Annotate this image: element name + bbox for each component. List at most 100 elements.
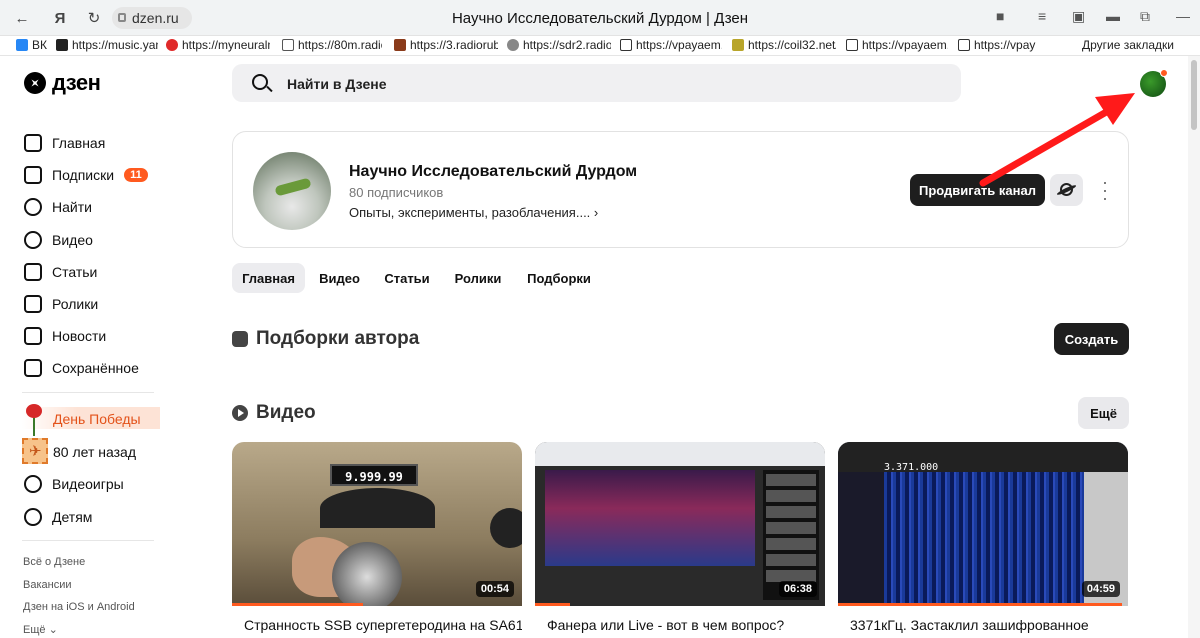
sidebar-item-articles[interactable]: Статьи xyxy=(24,261,164,283)
footer-link-more[interactable]: Ещё ⌄ xyxy=(23,623,58,636)
sidebar-divider xyxy=(22,540,154,541)
sidebar-divider xyxy=(22,392,154,393)
video-card[interactable]: 3.371.000 04:59 3371кГц. Застаклил зашиф… xyxy=(838,442,1128,633)
arrow-head xyxy=(1095,93,1135,125)
watch-progress xyxy=(232,603,363,606)
sidebar-item-80-years-ago[interactable]: 80 лет назад xyxy=(53,441,163,463)
coil-icon xyxy=(732,39,744,51)
video-card[interactable]: 06:38 Фанера или Live - вот в чем вопрос… xyxy=(535,442,825,633)
sidebar-item-videogames[interactable]: Видеоигры xyxy=(24,473,164,495)
site-icon xyxy=(507,39,519,51)
downloads-icon[interactable]: ⧉ xyxy=(1140,8,1150,25)
heart-icon xyxy=(166,39,178,51)
footer-link-apps[interactable]: Дзен на iOS и Android xyxy=(23,601,135,613)
video-title[interactable]: 3371кГц. Застаклил зашифрованное xyxy=(838,617,1128,633)
knob-image xyxy=(490,508,522,548)
news-icon xyxy=(24,327,42,345)
subscriptions-icon xyxy=(24,166,42,184)
search-icon xyxy=(252,74,268,90)
reload-icon[interactable]: ↻ xyxy=(82,6,106,30)
back-icon[interactable]: ← xyxy=(10,6,34,30)
promote-channel-button[interactable]: Продвигать канал xyxy=(910,174,1045,206)
sdr-header-image xyxy=(838,442,1128,472)
bear-icon xyxy=(24,508,42,526)
tab-home[interactable]: Главная xyxy=(232,263,305,293)
footer-link-jobs[interactable]: Вакансии xyxy=(23,579,72,591)
video-card[interactable]: 9.999.99 00:54 Странность SSB супергетер… xyxy=(232,442,522,633)
scrollbar-thumb[interactable] xyxy=(1191,60,1197,130)
site-icon xyxy=(394,39,406,51)
sidebar-item-video[interactable]: Видео xyxy=(24,229,164,251)
lock-icon xyxy=(118,13,126,22)
search-icon xyxy=(24,198,42,216)
watch-progress xyxy=(838,603,1123,606)
bookmark-item[interactable]: https://vpayaem.r xyxy=(846,38,948,52)
collections-icon xyxy=(232,331,248,347)
chevron-down-icon: ⌄ xyxy=(48,624,58,636)
video-duration: 06:38 xyxy=(778,581,817,597)
notification-dot xyxy=(1160,69,1168,77)
play-icon xyxy=(56,39,68,51)
sidebar-item-shorts[interactable]: Ролики xyxy=(24,293,164,315)
shorts-icon xyxy=(24,295,42,313)
video-thumbnail[interactable]: 3.371.000 04:59 xyxy=(838,442,1128,606)
site-icon xyxy=(620,39,632,51)
bookmark-icon xyxy=(24,359,42,377)
video-title[interactable]: Фанера или Live - вот в чем вопрос? xyxy=(535,617,825,633)
sidebar-item-kids[interactable]: Детям xyxy=(24,506,164,528)
bookmark-item[interactable]: https://myneuraln xyxy=(166,38,270,52)
vk-icon xyxy=(16,39,28,51)
bookmark-item[interactable]: https://80m.radio xyxy=(282,38,382,52)
tab-collections[interactable]: Подборки xyxy=(519,263,599,293)
browser-screenshot-bar xyxy=(535,442,825,466)
yandex-icon[interactable]: Я xyxy=(48,6,72,30)
stamp-icon xyxy=(22,438,48,464)
bookmark-item[interactable]: https://vpay xyxy=(958,38,1060,52)
bookmark-item[interactable]: https://coil32.net/ xyxy=(732,38,836,52)
sidebar-item-news[interactable]: Новости xyxy=(24,325,164,347)
sidebar-item-home[interactable]: Главная xyxy=(24,132,164,154)
video-thumbnail[interactable]: 06:38 xyxy=(535,442,825,606)
create-button[interactable]: Создать xyxy=(1054,323,1129,355)
video-thumbnail[interactable]: 9.999.99 00:54 xyxy=(232,442,522,606)
frequency-display: 9.999.99 xyxy=(330,464,418,486)
bookmark-item[interactable]: https://vpayaem.r xyxy=(620,38,722,52)
more-videos-button[interactable]: Ещё xyxy=(1078,397,1129,429)
tab-articles[interactable]: Статьи xyxy=(377,263,437,293)
bookmark-item[interactable]: https://sdr2.radio xyxy=(507,38,611,52)
video-icon xyxy=(232,405,248,421)
bookmark-icon[interactable]: ■ xyxy=(996,8,1004,24)
minimize-icon[interactable]: — xyxy=(1176,8,1190,24)
extensions-icon[interactable]: ▣ xyxy=(1072,8,1085,25)
user-avatar[interactable] xyxy=(1140,69,1168,97)
address-bar[interactable]: dzen.ru xyxy=(112,7,192,29)
browser-toolbar: ← Я ↻ dzen.ru Научно Исследовательский Д… xyxy=(0,0,1200,36)
sidebar-item-subscriptions[interactable]: Подписки 11 xyxy=(24,164,164,186)
carnation-icon xyxy=(24,402,44,436)
dzen-logo[interactable]: дзен xyxy=(24,70,101,96)
footer-link-about[interactable]: Всё о Дзене xyxy=(23,556,85,568)
tab-video[interactable]: Видео xyxy=(312,263,367,293)
page-scrollbar[interactable] xyxy=(1188,56,1200,638)
bookmark-item[interactable]: ВК xyxy=(16,38,56,52)
planet-button[interactable] xyxy=(1050,174,1083,206)
page-title: Научно Исследовательский Дурдом | Дзен xyxy=(451,10,749,27)
channel-avatar[interactable] xyxy=(253,152,331,230)
video-duration: 00:54 xyxy=(475,581,514,597)
subscriber-count: 80 подписчиков xyxy=(349,185,444,200)
tabs-menu-icon[interactable]: ≡ xyxy=(1038,8,1046,24)
sidebar-item-search[interactable]: Найти xyxy=(24,196,164,218)
sidebar-item-saved[interactable]: Сохранённое xyxy=(24,357,164,379)
tuning-knob-image xyxy=(332,542,402,606)
address-text: dzen.ru xyxy=(132,10,179,26)
site-icon xyxy=(958,39,970,51)
more-options-icon[interactable]: · · · xyxy=(1099,173,1111,207)
bookmark-item[interactable]: https://3.radiorub xyxy=(394,38,498,52)
bookmark-item[interactable]: https://music.yanc xyxy=(56,38,158,52)
video-title[interactable]: Странность SSB супергетеродина на SA612.… xyxy=(232,617,522,633)
home-icon xyxy=(24,134,42,152)
tab-shorts[interactable]: Ролики xyxy=(447,263,509,293)
other-bookmarks[interactable]: Другие закладки xyxy=(1082,38,1174,52)
channel-description[interactable]: Опыты, эксперименты, разоблачения.... › xyxy=(349,205,598,220)
search-input[interactable]: Найти в Дзене xyxy=(232,64,961,102)
